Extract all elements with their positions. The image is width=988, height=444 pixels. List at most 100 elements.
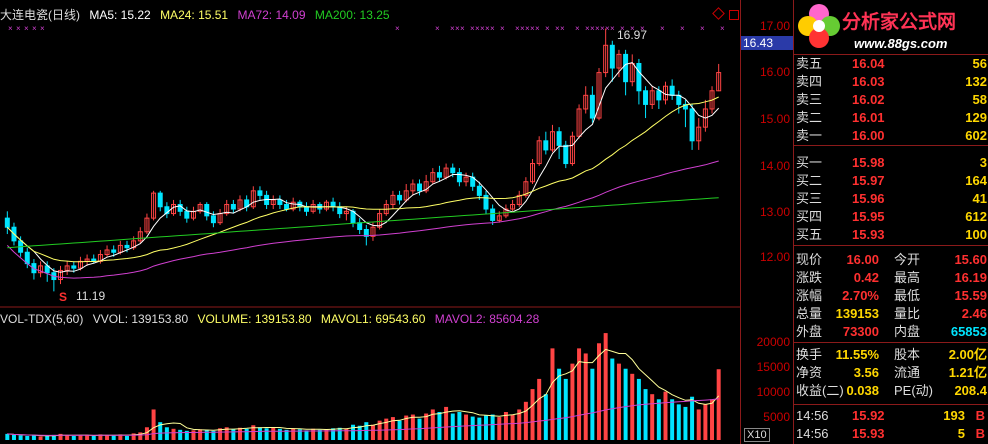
- volume-bar: [497, 417, 502, 440]
- stat-row: 换手 11.55% 股本 2.00亿: [794, 346, 988, 364]
- bid-row[interactable]: 买五 15.93 100: [794, 226, 988, 244]
- ask-qty: 602: [965, 128, 987, 143]
- stat-value: 2.46: [961, 306, 987, 321]
- stat-label: 内盘: [894, 324, 921, 339]
- bid-label: 买五: [796, 227, 823, 242]
- volume-bar: [397, 420, 402, 440]
- candle-body: [656, 90, 662, 101]
- ask-label: 卖一: [796, 128, 823, 143]
- vol-indicator-label: VOL-TDX(5,60): [0, 312, 84, 326]
- volume-bar: [537, 378, 542, 440]
- ask-row[interactable]: 卖三 16.02 58: [794, 91, 988, 109]
- stat-label: 股本: [894, 347, 921, 362]
- bid-label: 买二: [796, 173, 823, 188]
- stat-row: 外盘 73300 内盘 65853: [794, 323, 988, 341]
- stat-value: 16.00: [846, 252, 879, 267]
- square-icon[interactable]: [729, 10, 739, 20]
- volume-bar: [198, 429, 203, 440]
- volume-label: VOLUME: 139153.80: [197, 312, 312, 326]
- trade-qty: 193: [943, 408, 965, 423]
- volume-bar: [311, 428, 316, 440]
- volume-bar: [650, 394, 655, 440]
- volume-bar: [105, 435, 110, 440]
- volume-bar: [437, 412, 442, 440]
- bid-qty: 41: [972, 191, 987, 206]
- volume-header: VOL-TDX(5,60) VVOL: 139153.80 VOLUME: 13…: [0, 312, 545, 326]
- stat-label: 最高: [894, 270, 921, 285]
- price-tick: 14.00: [759, 159, 790, 173]
- ask-row[interactable]: 卖一 16.00 602: [794, 127, 988, 145]
- ask-price: 16.03: [852, 74, 885, 89]
- signal-cross: ×: [32, 24, 37, 33]
- candle-body: [303, 206, 309, 212]
- trade-price: 15.93: [852, 426, 885, 441]
- mavol2-label: MAVOL2: 85604.28: [434, 312, 540, 326]
- trade-price: 15.92: [852, 408, 885, 423]
- volume-bar: [550, 348, 555, 440]
- candle-body: [669, 85, 675, 96]
- volume-bar: [690, 396, 695, 440]
- signal-cross: ×: [8, 24, 13, 33]
- ask-row[interactable]: 卖二 16.01 129: [794, 109, 988, 127]
- stat-row: 现价 16.00 今开 15.60: [794, 251, 988, 269]
- stat-value: 16.19: [954, 270, 987, 285]
- candle-body: [230, 203, 236, 210]
- stat-value: 139153: [835, 306, 879, 321]
- candle-body: [636, 62, 642, 92]
- signal-marker: S: [59, 290, 68, 304]
- flower-logo-icon: [798, 4, 840, 48]
- chart-area[interactable]: 大连电瓷(日线) MA5: 15.22 MA24: 15.51 MA72: 14…: [0, 0, 740, 444]
- signal-cross: ×: [545, 24, 550, 33]
- volume-bar: [716, 369, 721, 440]
- bid-qty: 612: [965, 209, 987, 224]
- volume-bar: [18, 435, 23, 440]
- volume-bar: [244, 428, 249, 440]
- signal-cross: ×: [490, 24, 495, 33]
- stat-value: 3.56: [853, 365, 879, 380]
- stat-row: 收益(二) 0.038 PE(动) 208.4: [794, 382, 988, 400]
- volume-bar: [477, 417, 482, 440]
- volume-bar: [590, 368, 595, 440]
- candle-body: [490, 208, 496, 221]
- volume-bar: [111, 435, 116, 440]
- stat-label: 外盘: [796, 324, 823, 339]
- bid-price: 15.97: [852, 173, 885, 188]
- bid-row[interactable]: 买一 15.98 3: [794, 154, 988, 172]
- price-tick: 13.00: [759, 205, 790, 219]
- bid-row[interactable]: 买三 15.96 41: [794, 190, 988, 208]
- ask-row[interactable]: 卖四 16.03 132: [794, 73, 988, 91]
- stat-label: 净资: [796, 365, 823, 380]
- volume-bar: [357, 425, 362, 440]
- volume-bar: [410, 414, 415, 440]
- candle-body: [476, 185, 482, 196]
- volume-bar: [351, 424, 356, 440]
- volume-bar: [204, 429, 209, 440]
- ma24-line: [6, 96, 719, 263]
- stat-value: 1.21亿: [948, 365, 987, 380]
- signal-cross: ×: [435, 24, 440, 33]
- ask-row[interactable]: 卖五 16.04 56: [794, 55, 988, 73]
- signal-cross: ×: [24, 24, 29, 33]
- volume-bar: [337, 427, 342, 440]
- candle-body: [436, 172, 442, 178]
- volume-bar: [570, 363, 575, 440]
- bid-price: 15.98: [852, 155, 885, 170]
- volume-bar: [304, 430, 309, 440]
- volume-bar: [164, 427, 169, 440]
- ask-qty: 132: [965, 74, 987, 89]
- volume-bar: [676, 404, 681, 440]
- stat-label: 现价: [796, 252, 823, 267]
- candlestick-chart[interactable]: × × × × × × × × × × × × × × × × × × × × × × × × × × × × × × × × × × × × × ×: [0, 0, 740, 444]
- stat-value: 0.42: [853, 270, 879, 285]
- bid-row[interactable]: 买二 15.97 164: [794, 172, 988, 190]
- ask-label: 卖四: [796, 74, 823, 89]
- volume-bar: [523, 401, 528, 440]
- bid-row[interactable]: 买四 15.95 612: [794, 208, 988, 226]
- high-annotation: 16.97: [617, 28, 648, 42]
- candle-body: [589, 94, 595, 119]
- stat-value: 65853: [950, 324, 987, 339]
- signal-cross: ×: [575, 24, 580, 33]
- stat-label: 换手: [796, 347, 823, 362]
- signal-cross: ×: [395, 24, 400, 33]
- signal-cross: ×: [460, 24, 465, 33]
